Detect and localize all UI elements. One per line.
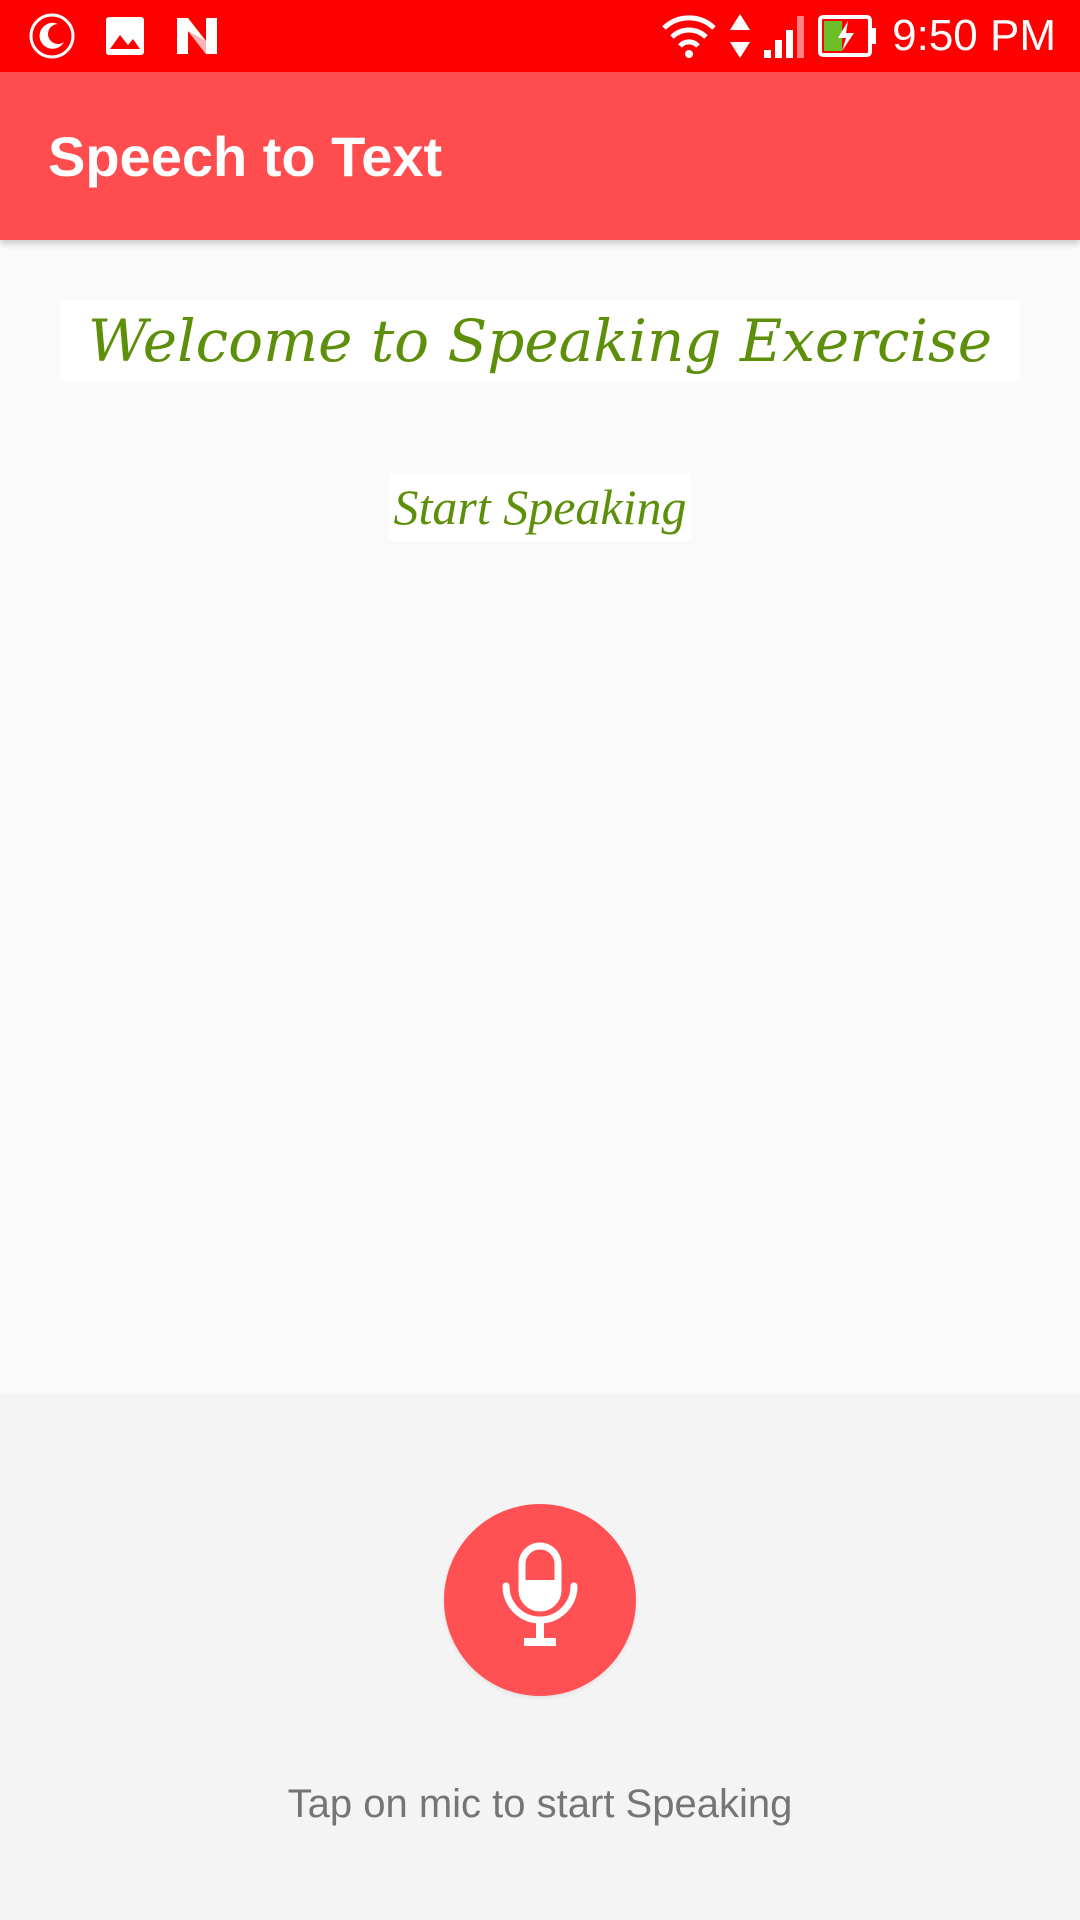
status-left-icons xyxy=(28,12,248,60)
mic-button[interactable] xyxy=(444,1504,636,1696)
data-arrows-icon xyxy=(728,12,752,60)
welcome-text: Welcome to Speaking Exercise xyxy=(60,300,1020,382)
signal-icon xyxy=(762,12,808,60)
app-bar: Speech to Text xyxy=(0,72,1080,240)
mic-hint-text: Tap on mic to start Speaking xyxy=(287,1782,793,1826)
n-logo-icon xyxy=(174,15,220,57)
app-title: Speech to Text xyxy=(48,125,443,188)
wifi-icon xyxy=(660,12,718,60)
main-content: Welcome to Speaking Exercise Start Speak… xyxy=(0,240,1080,1394)
status-right-icons: 9:50 PM xyxy=(650,10,1056,62)
battery-charging-icon xyxy=(818,15,878,57)
status-bar: 9:50 PM xyxy=(0,0,1080,72)
microphone-icon xyxy=(494,1542,586,1659)
start-speaking-text: Start Speaking xyxy=(389,473,691,541)
bottom-panel: Tap on mic to start Speaking xyxy=(0,1394,1080,1920)
status-time: 9:50 PM xyxy=(892,11,1056,60)
image-icon xyxy=(104,15,146,57)
night-mode-icon xyxy=(28,12,76,60)
